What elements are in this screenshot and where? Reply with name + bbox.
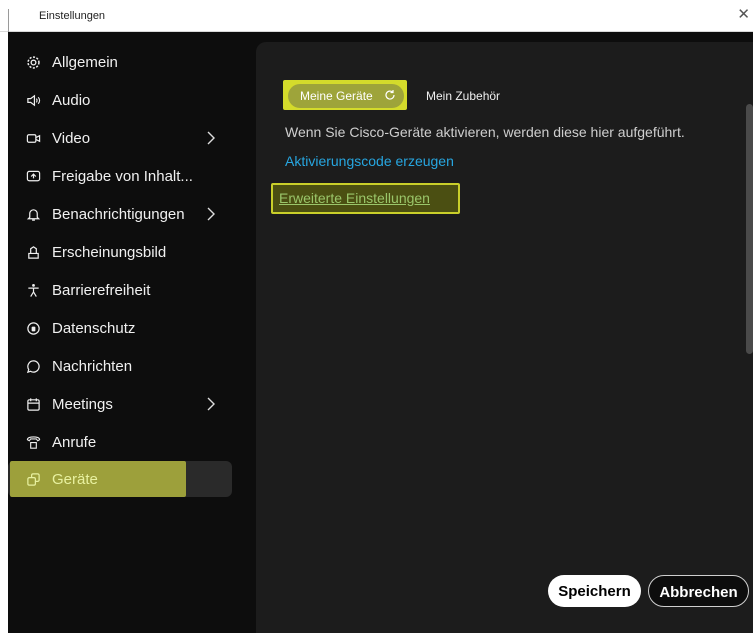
sidebar-item-meetings[interactable]: Meetings [8, 386, 232, 422]
calendar-icon [25, 396, 41, 412]
window-title: Einstellungen [39, 10, 106, 22]
sidebar-item-freigabe[interactable]: Freigabe von Inhalt... [8, 158, 232, 194]
accessibility-icon [25, 282, 41, 298]
devices-panel: Meine Geräte Mein Zubehör Wenn Sie Cisco… [256, 42, 753, 633]
window-frame-edge [8, 9, 9, 32]
sidebar-item-datenschutz[interactable]: Datenschutz [8, 310, 232, 346]
tab-mein-zubehoer[interactable]: Mein Zubehör [426, 89, 500, 103]
chevron-right-icon [207, 131, 215, 145]
sidebar-item-barrierefreiheit[interactable]: Barrierefreiheit [8, 272, 232, 308]
refresh-icon[interactable] [384, 89, 396, 101]
sidebar-item-label: Meetings [52, 395, 113, 413]
chevron-right-icon [207, 397, 215, 411]
tab-meine-geraete[interactable]: Meine Geräte [288, 84, 404, 108]
sidebar-item-label: Anrufe [52, 433, 97, 451]
sidebar-item-benachrichtigungen[interactable]: Benachrichtigungen [8, 196, 232, 232]
camera-icon [25, 130, 41, 146]
close-icon[interactable]: ✕ [737, 7, 750, 22]
scrollbar[interactable] [745, 58, 753, 633]
gear-icon [25, 54, 41, 70]
chevron-right-icon [207, 207, 215, 221]
tab-label: Meine Geräte [300, 89, 373, 103]
sidebar-item-nachrichten[interactable]: Nachrichten [8, 348, 232, 384]
settings-window: Allgemein Audio Video Freigabe von Inhal… [8, 32, 753, 633]
activation-code-link[interactable]: Aktivierungscode erzeugen [285, 153, 454, 169]
advanced-settings-link[interactable]: Erweiterte Einstellungen [279, 190, 430, 206]
sidebar-item-erscheinungsbild[interactable]: Erscheinungsbild [8, 234, 232, 270]
sidebar-item-label: Geräte [52, 470, 98, 488]
save-button[interactable]: Speichern [548, 575, 641, 607]
devices-description: Wenn Sie Cisco-Geräte aktivieren, werden… [285, 124, 685, 140]
privacy-icon [25, 320, 41, 336]
appearance-icon [25, 244, 41, 260]
sidebar-item-video[interactable]: Video [8, 120, 232, 156]
chat-bubble-icon [25, 358, 41, 374]
sidebar-item-label: Freigabe von Inhalt... [52, 167, 193, 185]
cancel-button[interactable]: Abbrechen [648, 575, 749, 607]
sidebar-item-geraete[interactable]: Geräte [8, 461, 232, 497]
sidebar-item-anrufe[interactable]: Anrufe [8, 424, 232, 460]
sidebar-item-label: Audio [52, 91, 91, 109]
share-screen-icon [25, 168, 41, 184]
devices-icon [25, 471, 41, 487]
sidebar-item-label: Erscheinungsbild [52, 243, 167, 261]
settings-sidebar: Allgemein Audio Video Freigabe von Inhal… [8, 32, 248, 633]
window-left-margin [0, 32, 8, 633]
sidebar-item-audio[interactable]: Audio [8, 82, 232, 118]
scrollbar-thumb[interactable] [746, 104, 753, 354]
title-bar: Einstellungen ✕ [0, 0, 753, 32]
sidebar-item-label: Datenschutz [52, 319, 136, 337]
phone-icon [25, 434, 41, 450]
sidebar-item-label: Video [52, 129, 91, 147]
sidebar-item-allgemein[interactable]: Allgemein [8, 44, 232, 80]
sidebar-item-label: Allgemein [52, 53, 118, 71]
sidebar-item-label: Nachrichten [52, 357, 133, 375]
sidebar-item-label: Barrierefreiheit [52, 281, 151, 299]
bell-icon [25, 206, 41, 222]
speaker-icon [25, 92, 41, 108]
sidebar-item-label: Benachrichtigungen [52, 205, 185, 223]
